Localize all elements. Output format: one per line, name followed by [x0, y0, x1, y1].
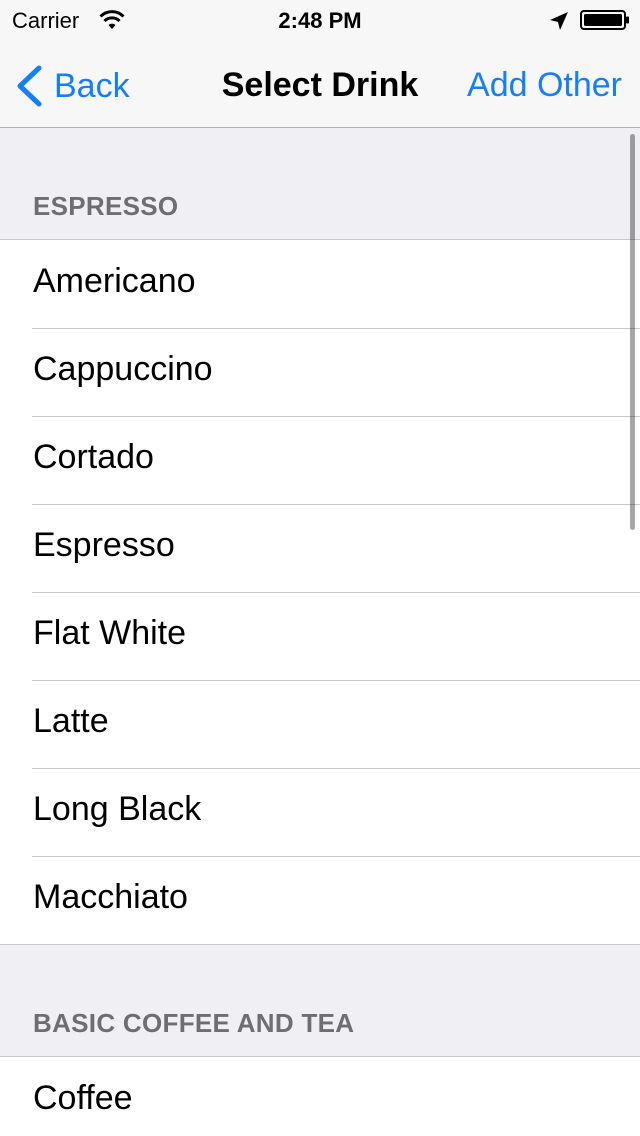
list-item-label: Latte	[33, 702, 109, 740]
list-item[interactable]: Americano	[0, 240, 640, 328]
list-item[interactable]: Long Black	[0, 768, 640, 856]
section-header-label: ESPRESSO	[33, 191, 179, 221]
back-button[interactable]: Back	[14, 64, 130, 108]
location-arrow-icon	[550, 12, 568, 30]
list-item-label: Americano	[33, 262, 196, 300]
list-item-label: Coffee	[33, 1079, 133, 1117]
list-item[interactable]: Latte	[0, 680, 640, 768]
add-other-button[interactable]: Add Other	[467, 66, 622, 105]
section-header-espresso: ESPRESSO	[0, 129, 640, 239]
status-bar: Carrier 2:48 PM	[0, 0, 640, 40]
section-header-label: BASIC COFFEE AND TEA	[33, 1008, 355, 1038]
back-button-label: Back	[54, 66, 130, 105]
navigation-bar: Back Select Drink Add Other	[0, 40, 640, 128]
list-item-label: Espresso	[33, 526, 175, 564]
list-item-label: Cappuccino	[33, 350, 213, 388]
drink-list[interactable]: ESPRESSO Americano Cappuccino Cortado Es…	[0, 129, 640, 1136]
status-time: 2:48 PM	[278, 8, 362, 33]
list-item-label: Long Black	[33, 790, 202, 828]
section-basic-coffee-and-tea: Coffee	[0, 1056, 640, 1136]
list-item[interactable]: Cortado	[0, 416, 640, 504]
list-item[interactable]: Macchiato	[0, 856, 640, 944]
section-header-basic-coffee-and-tea: BASIC COFFEE AND TEA	[0, 945, 640, 1056]
list-item[interactable]: Coffee	[0, 1057, 640, 1136]
battery-icon	[580, 10, 629, 30]
list-item-label: Macchiato	[33, 878, 188, 916]
list-item[interactable]: Cappuccino	[0, 328, 640, 416]
list-item[interactable]: Flat White	[0, 592, 640, 680]
section-espresso: Americano Cappuccino Cortado Espresso Fl…	[0, 239, 640, 945]
list-item-label: Cortado	[33, 438, 154, 476]
scroll-indicator[interactable]	[630, 134, 635, 530]
list-item[interactable]: Espresso	[0, 504, 640, 592]
list-item-label: Flat White	[33, 614, 187, 652]
chevron-left-icon	[17, 65, 42, 107]
